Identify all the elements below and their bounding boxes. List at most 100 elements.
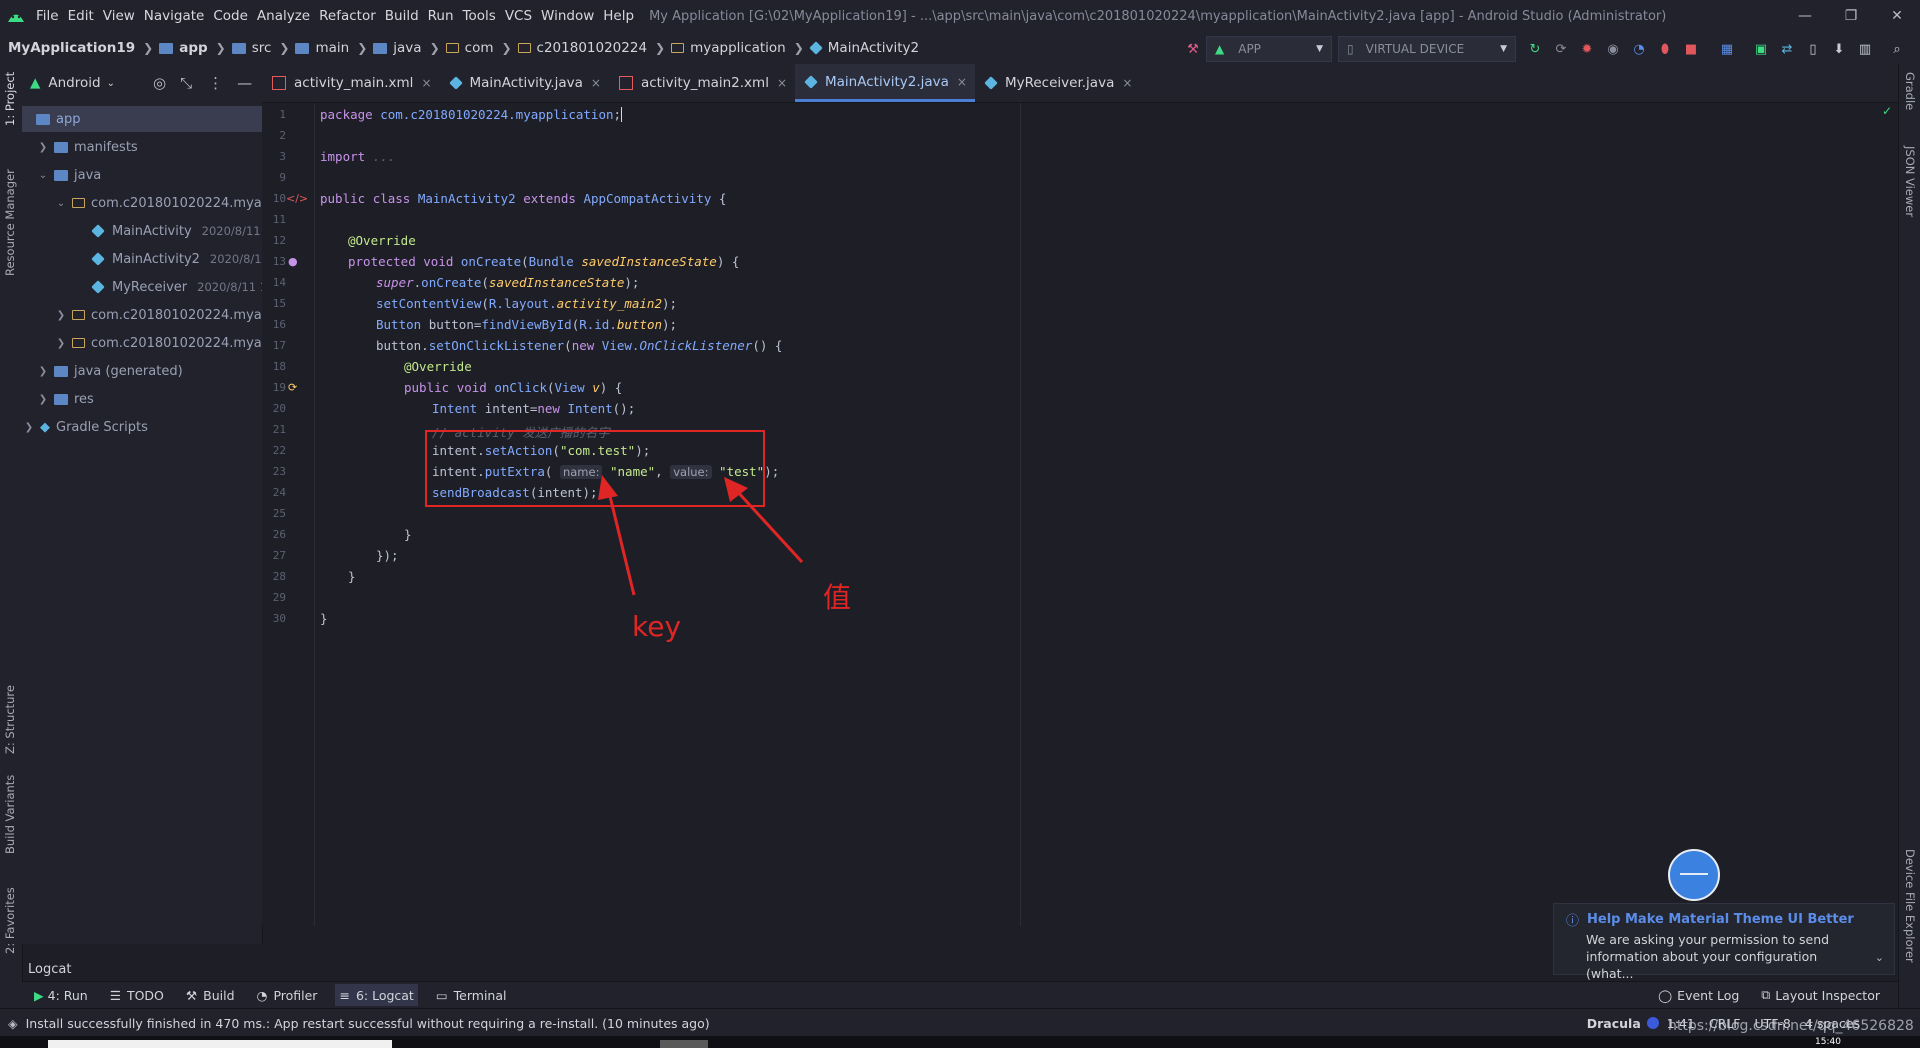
device-select[interactable]: ▯ VIRTUAL DEVICE ▼ [1338,36,1516,62]
tree-item-res[interactable]: ❯ res [22,386,276,412]
chevron-right-icon[interactable]: ❯ [54,338,68,349]
target-icon[interactable]: ◎ [153,74,166,92]
close-tab-icon[interactable]: × [1122,76,1132,90]
implement-method-icon[interactable]: ⟳ [288,381,297,394]
menu-refactor[interactable]: Refactor [319,8,376,24]
menu-view[interactable]: View [103,8,135,24]
tool-terminal[interactable]: ▭ Terminal [432,984,511,1006]
tree-item-java[interactable]: ⌄ java [22,162,276,188]
tool-event-log[interactable]: ◯ Event Log [1654,984,1743,1006]
chevron-right-icon[interactable]: ❯ [36,142,50,153]
tool-logcat[interactable]: ≡ 6: Logcat [335,984,418,1006]
breadcrumb-package[interactable]: c201801020224 [517,40,647,56]
override-method-icon[interactable]: ● [288,255,298,268]
project-structure-icon[interactable]: ▦ [1714,37,1740,61]
sync-gradle-icon[interactable]: ⇄ [1774,37,1800,61]
tool-device-file-explorer[interactable]: Device File Explorer [1903,849,1917,963]
chevron-down-icon[interactable]: ⌄ [36,170,50,181]
close-tab-icon[interactable]: × [591,76,601,90]
status-message[interactable]: Install successfully finished in 470 ms.… [26,1016,710,1031]
close-tab-icon[interactable]: × [421,76,431,90]
tool-json-viewer[interactable]: JSON Viewer [1903,146,1917,217]
theme-indicator[interactable]: Dracula [1587,1016,1641,1031]
chevron-right-icon[interactable]: ❯ [22,422,36,433]
apply-code-changes-icon[interactable]: ⟳ [1548,37,1574,61]
menu-run[interactable]: Run [428,8,454,24]
chevron-down-icon[interactable]: ⌄ [107,78,115,89]
breadcrumb-java[interactable]: java [373,40,422,56]
chevron-right-icon[interactable]: ❯ [54,310,68,321]
chevron-right-icon[interactable]: ❯ [36,366,50,377]
taskbar-app[interactable] [48,1040,392,1048]
tree-item-app[interactable]: app [22,106,276,132]
sdk-manager-icon[interactable]: ⬇ [1826,37,1852,61]
tree-item-java-generated[interactable]: ❯ java (generated) [22,358,276,384]
menu-tools[interactable]: Tools [463,8,496,24]
tree-item-package[interactable]: ⌄ com.c201801020224.myappl [22,190,294,216]
hide-panel-icon[interactable]: — [237,74,252,92]
menu-help[interactable]: Help [603,8,634,24]
breadcrumb-main[interactable]: main [295,40,349,56]
tab-activity-main2-xml[interactable]: activity_main2.xml × [609,64,795,102]
menu-analyze[interactable]: Analyze [257,8,310,24]
tab-mainactivity-java[interactable]: MainActivity.java × [440,64,609,102]
breadcrumb-app[interactable]: app [159,40,208,56]
options-icon[interactable]: ⋮ [208,74,223,92]
chevron-down-icon[interactable]: ⌄ [54,198,68,209]
project-view-selector[interactable]: Android [48,75,100,91]
avd-manager-icon[interactable]: ▯ [1800,37,1826,61]
close-icon[interactable]: ✕ [1874,0,1920,32]
tool-gradle[interactable]: Gradle [1903,72,1917,110]
menu-vcs[interactable]: VCS [505,8,532,24]
attach-debugger-icon[interactable]: ⬮ [1652,37,1678,61]
tool-run[interactable]: ▶ 4: Run [30,984,92,1006]
tab-activity-main-xml[interactable]: activity_main.xml × [262,64,440,102]
tool-todo[interactable]: ☰ TODO [106,984,168,1006]
plugin-icon[interactable]: ▮ [1910,37,1920,61]
tool-layout-inspector[interactable]: ⧉ Layout Inspector [1757,984,1884,1006]
menu-navigate[interactable]: Navigate [144,8,205,24]
tree-item-package-android-test[interactable]: ❯ com.c201801020224.myappl [22,302,294,328]
menu-edit[interactable]: Edit [68,8,94,24]
tree-item-gradle-scripts[interactable]: ❯ ◆ Gradle Scripts [22,414,262,440]
menu-window[interactable]: Window [541,8,594,24]
collapse-all-icon[interactable]: ⤡ [180,74,192,92]
class-structure-icon[interactable]: </> [286,192,308,205]
run-config-select[interactable]: ▲ APP ▼ [1206,36,1332,62]
tool-profiler[interactable]: ◔ Profiler [253,984,322,1006]
breadcrumb-myapplication[interactable]: myapplication [671,40,786,56]
notification-title[interactable]: Help Make Material Theme UI Better [1587,912,1854,927]
close-tab-icon[interactable]: × [957,75,967,89]
chevron-right-icon[interactable]: ❯ [36,394,50,405]
tool-structure[interactable]: Z: Structure [3,685,17,754]
code-editor[interactable] [262,103,1898,926]
minimize-icon[interactable]: — [1782,0,1828,32]
taskbar-app[interactable] [660,1040,708,1048]
assistant-bubble-icon[interactable] [1668,849,1720,901]
tool-build-variants[interactable]: Build Variants [3,775,17,854]
breadcrumb-class[interactable]: MainActivity2 [808,40,919,56]
breadcrumb-com[interactable]: com [445,40,493,56]
hammer-icon[interactable]: ⚒ [1180,37,1206,61]
search-icon[interactable]: ⌕ [1884,37,1910,61]
menu-build[interactable]: Build [385,8,419,24]
breadcrumb-project[interactable]: MyApplication19 [8,40,135,56]
tab-myreceiver-java[interactable]: MyReceiver.java × [975,64,1140,102]
breadcrumb-src[interactable]: src [231,40,271,56]
coverage-icon[interactable]: ◉ [1600,37,1626,61]
tree-item-package-test[interactable]: ❯ com.c201801020224.myappl [22,330,294,356]
tool-resource-manager[interactable]: Resource Manager [3,169,17,276]
terminal-icon[interactable]: ▣ [1748,37,1774,61]
tab-mainactivity2-java[interactable]: MainActivity2.java × [795,64,975,102]
tool-project[interactable]: 1: Project [3,72,17,126]
tool-favorites[interactable]: 2: Favorites [3,887,17,954]
stop-icon[interactable]: ■ [1678,37,1704,61]
maximize-icon[interactable]: ❐ [1828,0,1874,32]
debug-icon[interactable]: ✹ [1574,37,1600,61]
tool-build[interactable]: ⚒ Build [182,984,239,1006]
menu-code[interactable]: Code [213,8,248,24]
profile-icon[interactable]: ◔ [1626,37,1652,61]
menu-file[interactable]: File [36,8,59,24]
apply-changes-icon[interactable]: ↻ [1522,37,1548,61]
close-tab-icon[interactable]: × [777,76,787,90]
